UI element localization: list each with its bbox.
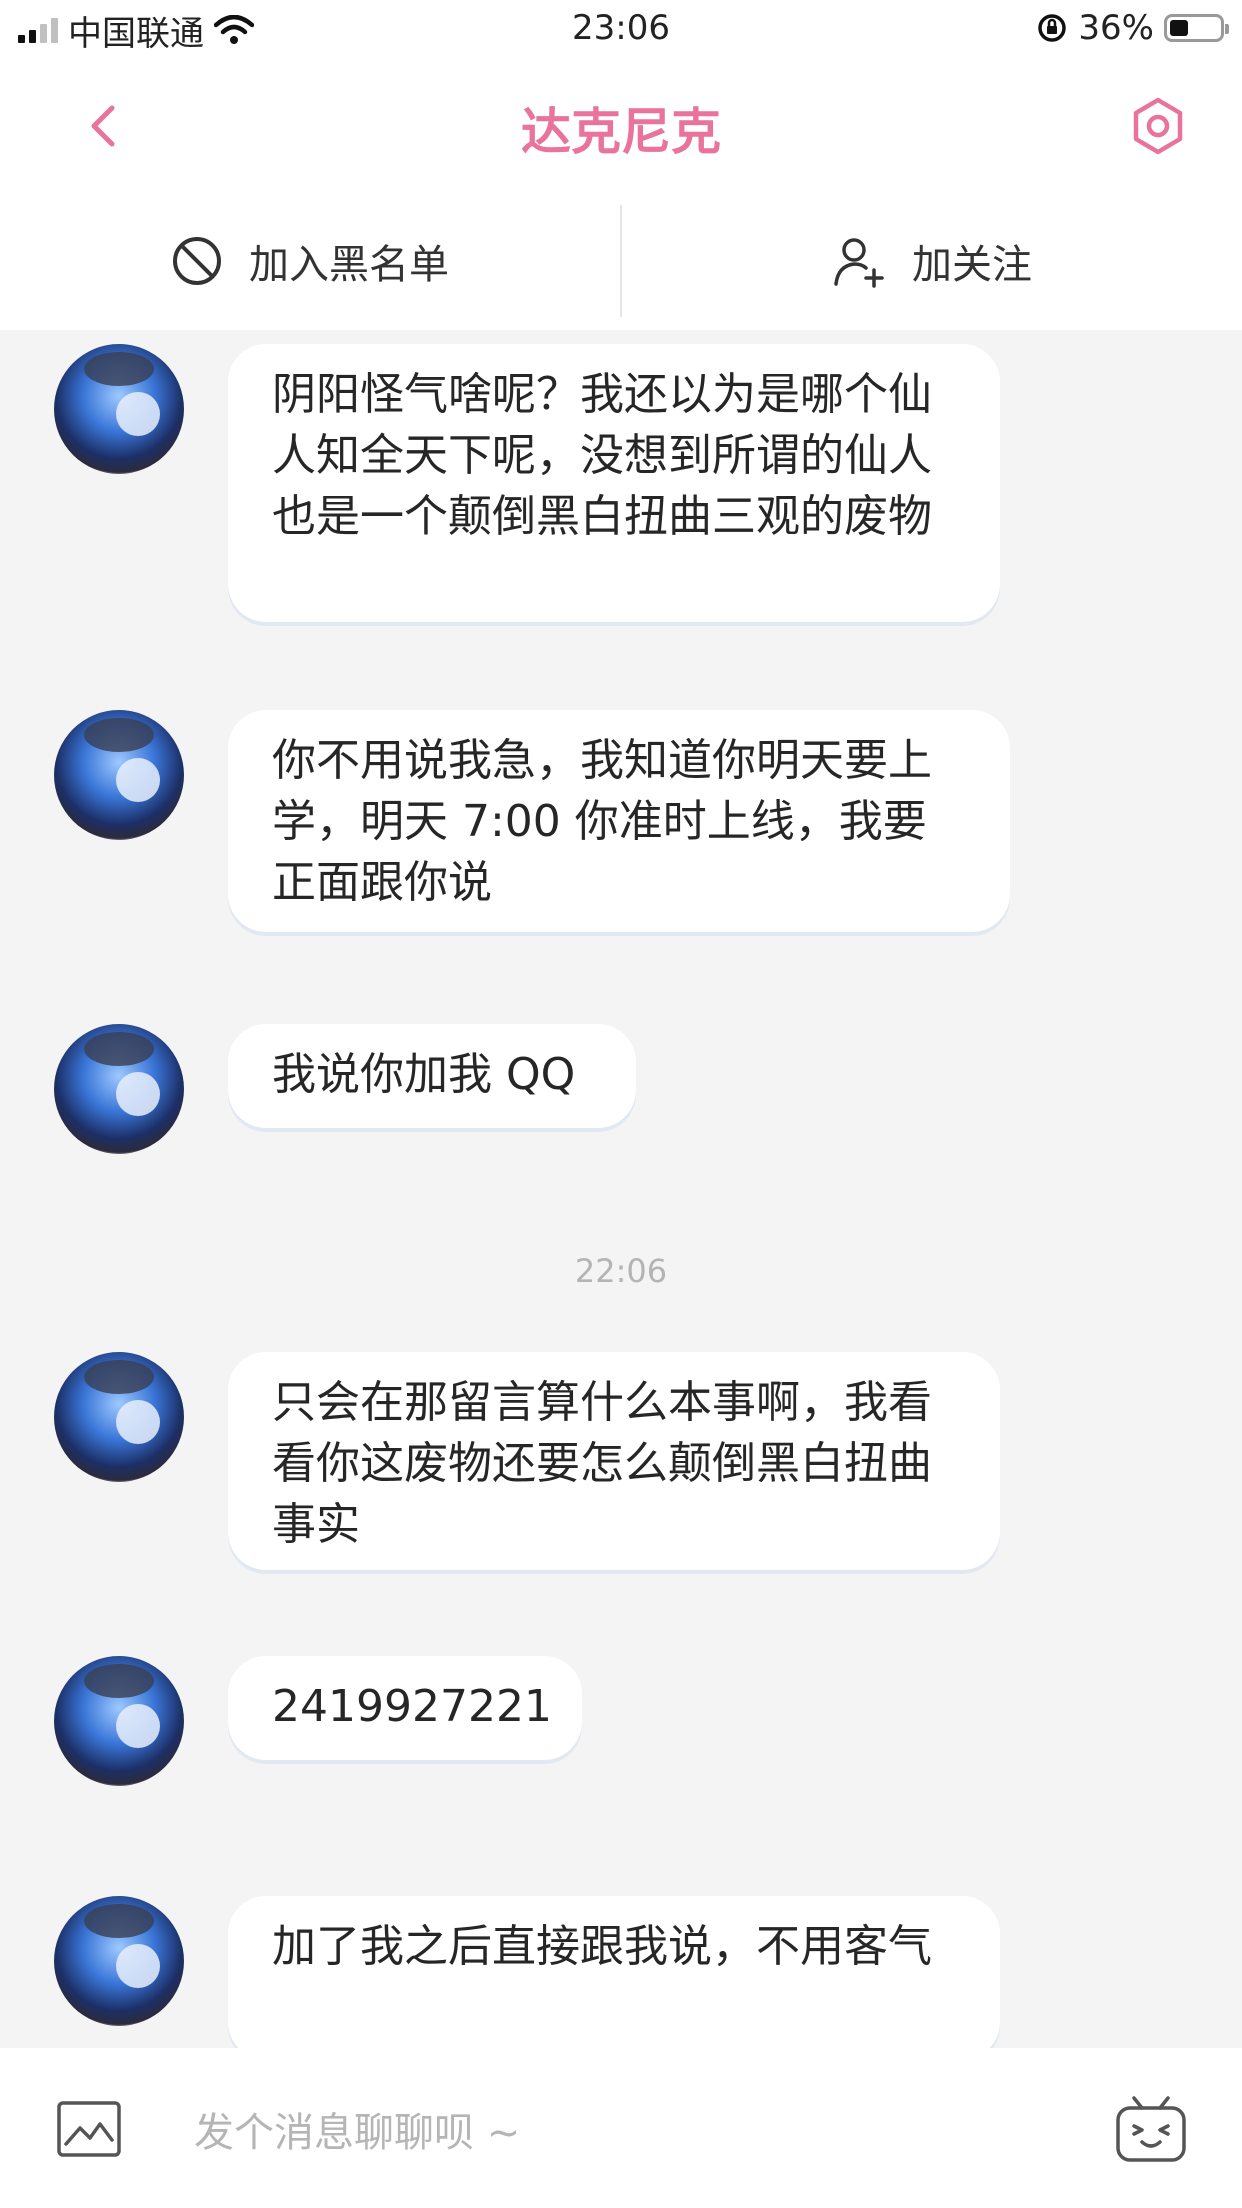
message-bubble: 我说你加我 QQ <box>228 1024 636 1128</box>
avatar[interactable] <box>54 344 184 474</box>
status-right: 36% <box>1036 8 1229 48</box>
battery-icon <box>1164 14 1229 42</box>
add-user-icon <box>834 238 884 288</box>
blacklist-label: 加入黑名单 <box>249 242 449 288</box>
message-bubble: 只会在那留言算什么本事啊，我看看你这废物还要怎么颠倒黑白扭曲事实 <box>228 1352 1000 1570</box>
avatar[interactable] <box>54 1896 184 2026</box>
blacklist-button[interactable]: 加入黑名单 <box>0 192 620 330</box>
battery-percent: 36% <box>1078 8 1154 48</box>
avatar[interactable] <box>54 1656 184 1786</box>
message-bubble: 你不用说我急，我知道你明天要上学，明天 7:00 你准时上线，我要正面跟你说 <box>228 710 1010 932</box>
block-icon <box>173 237 221 285</box>
avatar[interactable] <box>54 1352 184 1482</box>
image-icon[interactable] <box>56 2100 122 2158</box>
follow-label: 加关注 <box>912 242 1032 288</box>
message-bubble: 2419927221 <box>228 1656 582 1760</box>
action-row: 加入黑名单 加关注 <box>0 192 1242 330</box>
page-title: 达克尼克 <box>521 103 721 161</box>
settings-icon[interactable] <box>1128 96 1188 156</box>
avatar[interactable] <box>54 710 184 840</box>
message-list[interactable]: 阴阳怪气啥呢？我还以为是哪个仙人知全天下呢，没想到所谓的仙人也是一个颠倒黑白扭曲… <box>0 330 1242 2048</box>
avatar[interactable] <box>54 1024 184 1154</box>
input-bar: 发个消息聊聊呗 ~ <box>0 2048 1242 2208</box>
nav-bar: 达克尼克 <box>0 60 1242 192</box>
message-bubble: 加了我之后直接跟我说，不用客气 <box>228 1896 1000 2048</box>
rotation-lock-icon <box>1038 14 1067 42</box>
message-timestamp: 22:06 <box>574 1252 668 1290</box>
emoji-icon[interactable] <box>1114 2092 1188 2164</box>
message-input[interactable]: 发个消息聊聊呗 ~ <box>194 2100 520 2158</box>
follow-button[interactable]: 加关注 <box>622 192 1242 330</box>
status-bar: 中国联通 23:06 36% <box>0 0 1242 60</box>
message-bubble: 阴阳怪气啥呢？我还以为是哪个仙人知全天下呢，没想到所谓的仙人也是一个颠倒黑白扭曲… <box>228 344 1000 622</box>
